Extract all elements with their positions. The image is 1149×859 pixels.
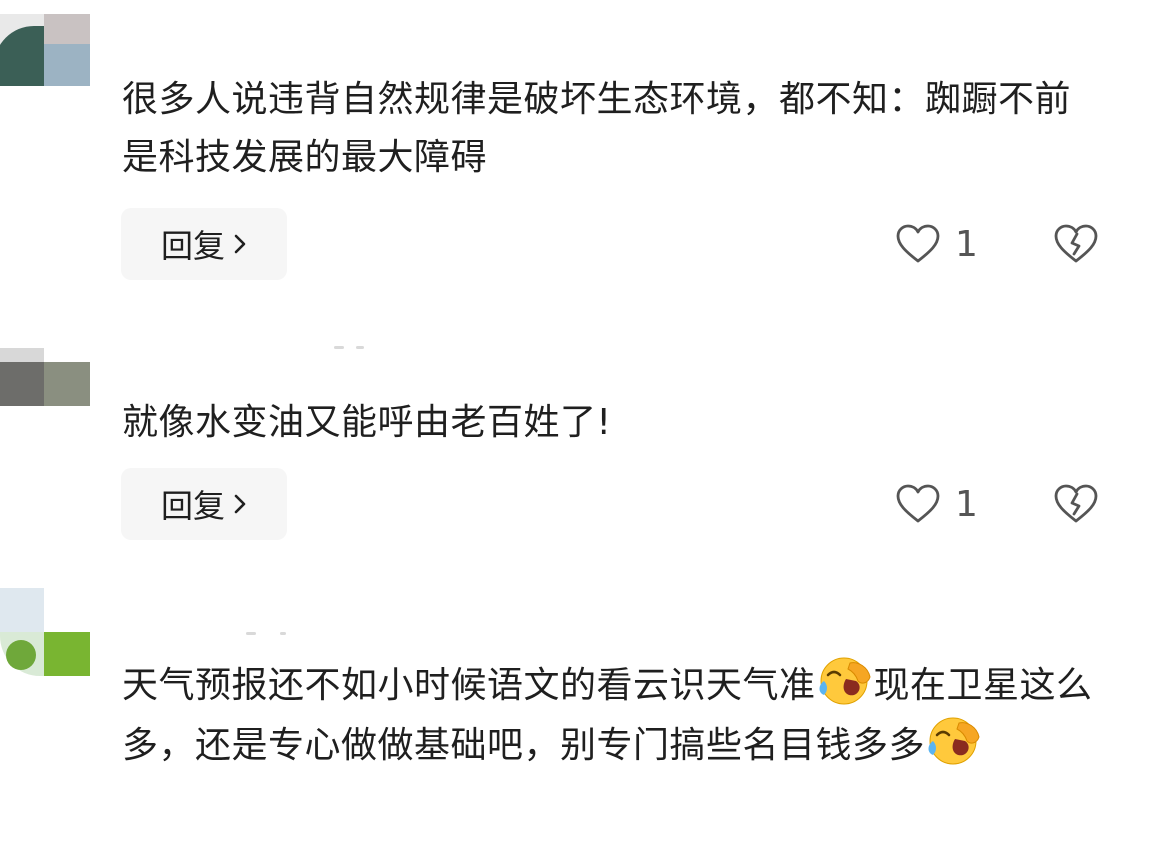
comment-text: 天气预报还不如小时候语文的看云识天气准 现在卫星这么多，还是专心做做基础吧，别专… (122, 655, 1102, 775)
comment-text: 很多人说违背自然规律是破坏生态环境，都不知：踟蹰不前是科技发展的最大障碍 (122, 79, 1072, 178)
heart-outline-icon (896, 224, 940, 263)
laughing-crying-emoji-icon (819, 657, 871, 705)
like-button[interactable]: 1 (895, 223, 978, 265)
like-count: 1 (955, 483, 978, 525)
chevron-right-icon (234, 234, 246, 254)
reply-label: 回复 (160, 227, 225, 265)
heart-outline-icon (896, 484, 940, 523)
avatar[interactable] (0, 14, 90, 86)
chevron-right-icon (234, 494, 246, 514)
like-button[interactable]: 1 (895, 483, 978, 525)
reply-label: 回复 (160, 487, 225, 525)
broken-heart-outline-icon[interactable] (1053, 483, 1099, 525)
avatar[interactable] (0, 588, 90, 678)
avatar[interactable] (0, 340, 90, 406)
comment-text-part1: 天气预报还不如小时候语文的看云识天气准 (122, 665, 816, 706)
username-redacted (334, 340, 394, 354)
reply-button[interactable]: 回复 (121, 468, 287, 540)
reply-button[interactable]: 回复 (121, 208, 287, 280)
like-count: 1 (955, 223, 978, 265)
broken-heart-outline-icon[interactable] (1053, 223, 1099, 265)
laughing-crying-emoji-icon (928, 717, 980, 765)
username-redacted (246, 626, 306, 640)
comment-text: 就像水变油又能呼由老百姓了! (122, 402, 612, 443)
